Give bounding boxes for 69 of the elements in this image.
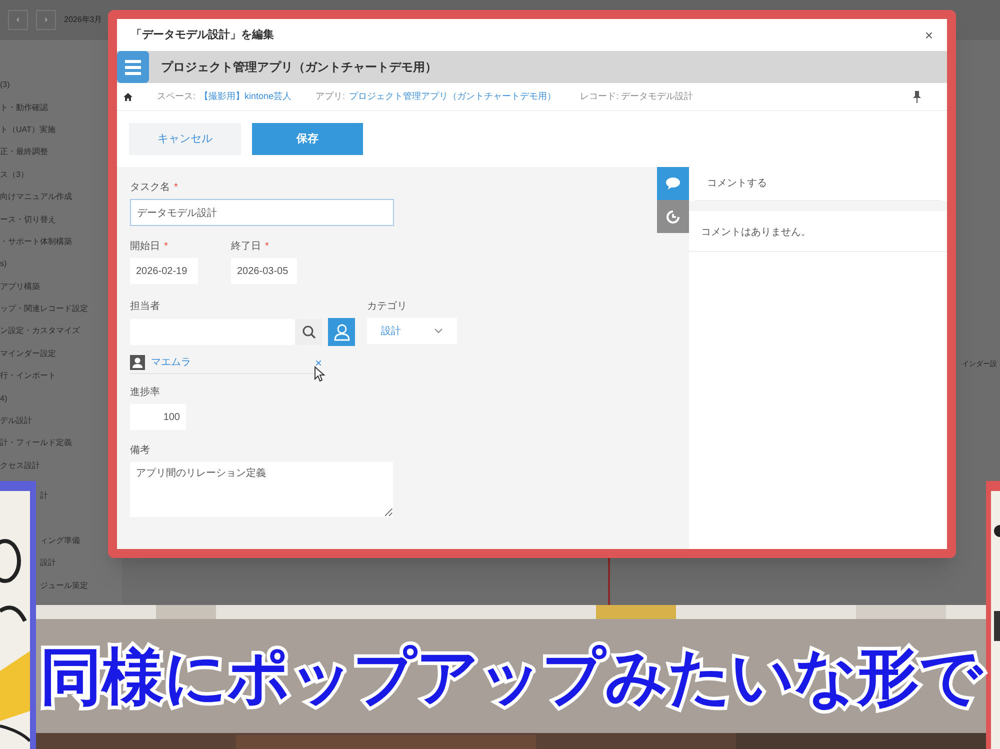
breadcrumb-label: スペース: xyxy=(157,90,196,103)
task-item[interactable]: s) xyxy=(0,258,7,270)
remove-user-button[interactable]: × xyxy=(314,356,322,368)
task-item[interactable]: 正・最終調整 xyxy=(0,146,48,158)
task-item[interactable]: ・サポート体制構築 xyxy=(0,236,72,248)
task-item[interactable]: ス（3） xyxy=(0,168,28,181)
date-input[interactable]: 2026-02-19 xyxy=(130,258,198,284)
task-item[interactable]: ィング準備 xyxy=(40,535,80,547)
field-label: 備考 xyxy=(130,444,150,458)
task-item[interactable]: マインダー設定 xyxy=(0,348,56,360)
speech-bubble-icon xyxy=(665,177,681,190)
task-item[interactable]: クセス設計 xyxy=(0,460,40,472)
cursor-icon xyxy=(314,366,326,382)
cancel-button[interactable]: キャンセル xyxy=(129,123,241,155)
field-label: 開始日 xyxy=(130,240,160,254)
task-item[interactable]: ト（UAT）実施 xyxy=(0,124,56,136)
no-comments-text: コメントはありません。 xyxy=(701,227,811,238)
task-item[interactable]: 行・インポート xyxy=(0,370,56,382)
user-select-button[interactable] xyxy=(328,318,355,346)
subtitle-caption: 同様にポップアップみたいな形で xyxy=(36,627,986,727)
search-icon xyxy=(302,325,316,339)
task-item[interactable]: 設計 xyxy=(40,557,56,570)
task-item[interactable]: 向けマニュアル作成 xyxy=(0,191,72,204)
breadcrumb-label: レコード: データモデル設計 xyxy=(580,90,694,103)
task-item[interactable]: (3) xyxy=(0,79,10,92)
field-label: 終了日 xyxy=(231,240,261,254)
required-mark: * xyxy=(174,180,178,194)
field-label: 担当者 xyxy=(130,300,160,314)
search-button[interactable] xyxy=(295,319,322,345)
breadcrumb-link[interactable]: プロジェクト管理アプリ（ガントチャートデモ用） xyxy=(349,90,556,104)
task-item[interactable]: 計・フィールド定義 xyxy=(0,437,72,450)
chevron-down-icon xyxy=(434,328,443,334)
text-input[interactable]: データモデル設計 xyxy=(130,199,394,226)
month-label: 2026年3月 xyxy=(64,14,102,26)
task-item[interactable]: デル設計 xyxy=(0,415,32,428)
task-item[interactable]: ン設定・カスタマイズ xyxy=(0,325,80,338)
home-icon[interactable] xyxy=(123,92,133,102)
task-item[interactable]: ジュール策定 xyxy=(40,580,88,592)
number-input[interactable]: 100 xyxy=(130,404,186,430)
user-icon xyxy=(334,323,350,341)
field-label: カテゴリ xyxy=(367,300,407,314)
save-button[interactable]: 保存 xyxy=(252,123,363,155)
nav-button[interactable]: ‹ xyxy=(8,10,28,30)
task-item[interactable]: ース・切り替え xyxy=(0,214,56,226)
breadcrumb-link[interactable]: 【撮影用】kintone芸人 xyxy=(200,90,292,104)
task-item[interactable]: 4) xyxy=(0,392,8,405)
task-item[interactable]: ップ・関連レコード設定 xyxy=(0,303,88,316)
user-link[interactable]: マエムラ xyxy=(151,355,191,370)
dialog-title: 「データモデル設計」を編集 xyxy=(131,28,274,43)
pin-icon[interactable] xyxy=(913,90,921,102)
comment-field[interactable]: コメントする xyxy=(695,167,941,201)
comment-tab[interactable] xyxy=(657,167,689,200)
task-item[interactable]: 計 xyxy=(40,490,48,502)
close-button[interactable]: × xyxy=(924,24,933,46)
field-label: タスク名 xyxy=(130,180,170,194)
date-input[interactable]: 2026-03-05 xyxy=(231,258,297,284)
history-tab[interactable] xyxy=(657,200,689,233)
category-dropdown[interactable]: 設計 xyxy=(367,318,457,344)
task-item[interactable]: ト・動作確認 xyxy=(0,102,48,114)
user-avatar-icon xyxy=(130,355,145,370)
nav-button[interactable]: › xyxy=(36,10,56,30)
breadcrumb-label: アプリ: xyxy=(316,90,346,103)
task-item[interactable]: アプリ構築 xyxy=(0,280,40,293)
app-title: プロジェクト管理アプリ（ガントチャートデモ用） xyxy=(161,59,437,76)
clock-icon xyxy=(665,208,681,224)
required-mark: * xyxy=(265,240,269,254)
notes-textarea[interactable]: アプリ間のリレーション定義 xyxy=(130,462,393,517)
required-mark: * xyxy=(164,240,168,254)
field-label: 進捗率 xyxy=(130,386,160,400)
